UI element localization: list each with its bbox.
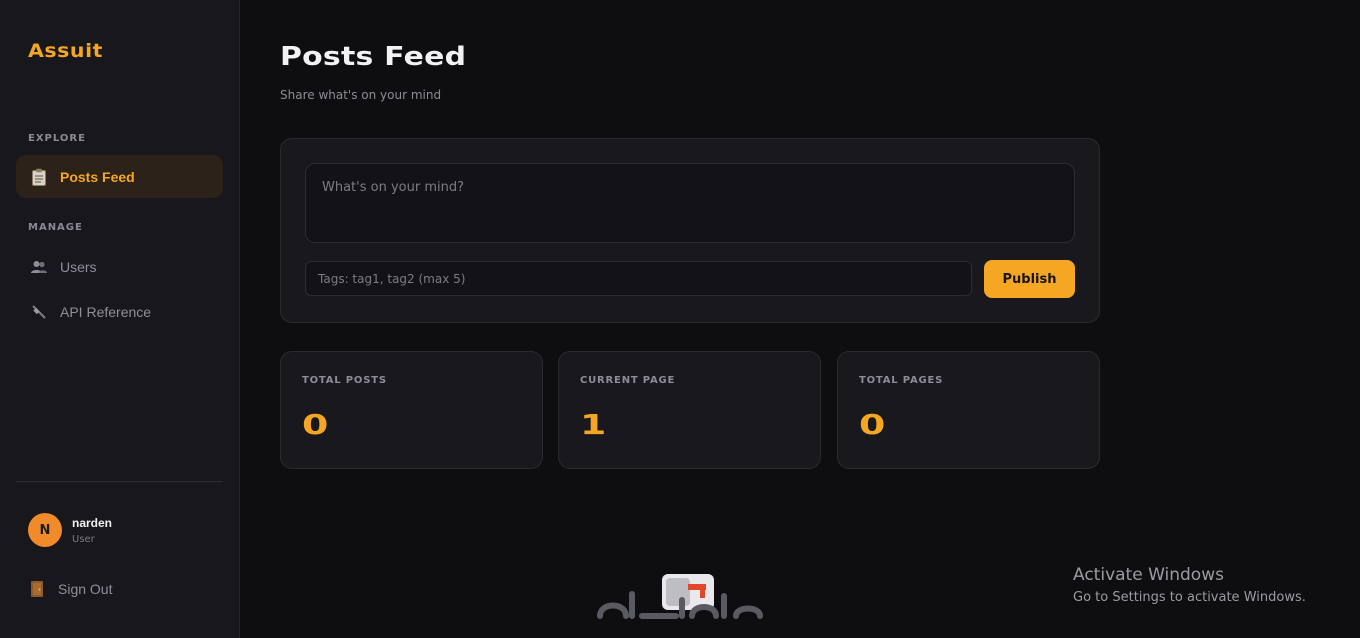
users-icon xyxy=(30,258,48,276)
os-activation-title: Activate Windows xyxy=(1073,565,1224,585)
stat-label: TOTAL POSTS xyxy=(302,375,387,386)
stat-card-current-page: CURRENT PAGE 1 xyxy=(558,351,821,469)
section-label-manage: MANAGE xyxy=(28,222,83,233)
stat-value: 1 xyxy=(580,408,607,441)
stat-label: TOTAL PAGES xyxy=(859,375,944,386)
avatar: N xyxy=(28,513,62,547)
page-subtitle: Share what's on your mind xyxy=(280,88,442,102)
stat-label: CURRENT PAGE xyxy=(580,375,676,386)
sidebar-item-label: API Reference xyxy=(60,303,152,320)
clipboard-icon xyxy=(30,168,48,186)
user-name: narden xyxy=(72,515,113,530)
sidebar-item-api-reference[interactable]: API Reference xyxy=(16,290,223,333)
page-title: Posts Feed xyxy=(280,42,467,72)
stat-card-total-posts: TOTAL POSTS 0 xyxy=(280,351,543,469)
plug-icon xyxy=(30,303,48,321)
sidebar-item-posts-feed[interactable]: Posts Feed xyxy=(16,155,223,198)
sidebar-divider xyxy=(16,481,223,482)
post-composer: Publish xyxy=(280,138,1100,323)
section-label-explore: EXPLORE xyxy=(28,133,86,144)
user-profile[interactable]: N narden User xyxy=(28,513,112,547)
os-activation-subtitle: Go to Settings to activate Windows. xyxy=(1073,590,1306,605)
brand-watermark-logo xyxy=(597,574,763,619)
app-root: Assuit EXPLORE Posts Feed MANAGE Users A… xyxy=(0,0,1360,638)
sidebar-item-label: Posts Feed xyxy=(60,168,135,185)
sidebar-item-users[interactable]: Users xyxy=(16,245,223,288)
user-role: User xyxy=(72,533,95,545)
publish-button[interactable]: Publish xyxy=(984,260,1075,298)
stat-card-total-pages: TOTAL PAGES 0 xyxy=(837,351,1100,469)
post-content-input[interactable] xyxy=(305,163,1075,243)
door-icon xyxy=(28,579,46,599)
sign-out-button[interactable]: Sign Out xyxy=(28,579,112,599)
app-logo[interactable]: Assuit xyxy=(28,40,103,62)
sidebar-item-label: Users xyxy=(60,258,97,275)
stat-value: 0 xyxy=(302,408,329,441)
sidebar: Assuit EXPLORE Posts Feed MANAGE Users A… xyxy=(0,0,240,638)
sign-out-label: Sign Out xyxy=(58,581,113,597)
tags-input[interactable] xyxy=(305,261,972,296)
stat-value: 0 xyxy=(859,408,886,441)
